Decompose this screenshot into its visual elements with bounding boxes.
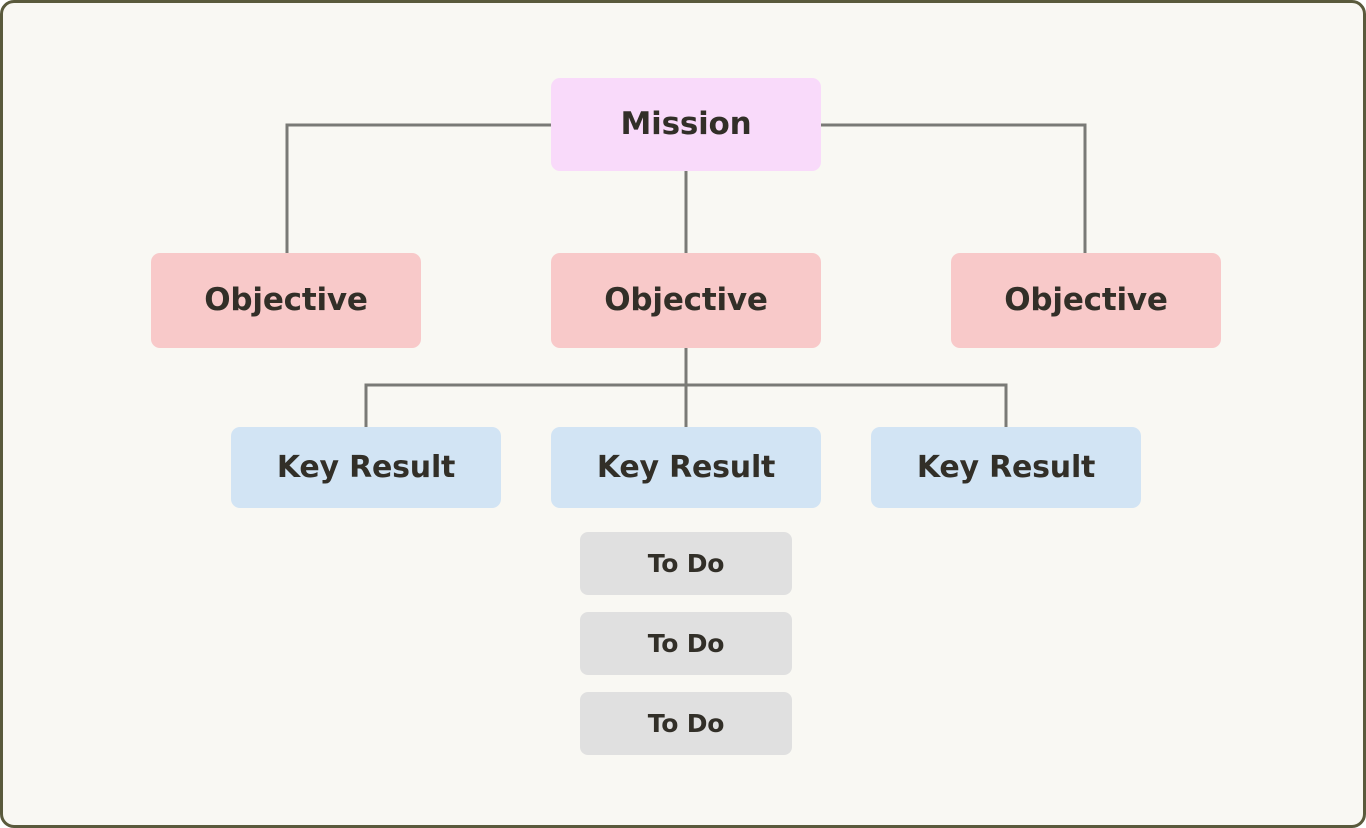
connector-objective-to-keyresult-left [364,348,688,427]
node-label: To Do [647,709,725,738]
node-to-do-2[interactable]: To Do [580,612,792,675]
node-label: Key Result [596,449,776,485]
node-key-result-1[interactable]: Key Result [231,427,501,508]
node-label: Objective [604,282,768,318]
diagram-canvas: Mission Objective Objective Objective Key Re… [0,0,1366,828]
node-label: Key Result [276,449,456,485]
node-label: Key Result [916,449,1096,485]
node-objective-3[interactable]: Objective [951,253,1221,348]
node-label: Mission [620,106,752,142]
node-key-result-3[interactable]: Key Result [871,427,1141,508]
node-mission-1[interactable]: Mission [551,78,821,171]
node-key-result-2[interactable]: Key Result [551,427,821,508]
node-label: To Do [647,629,725,658]
node-objective-1[interactable]: Objective [151,253,421,348]
node-label: To Do [647,549,725,578]
node-to-do-1[interactable]: To Do [580,532,792,595]
connector-objective-to-keyresult-right [684,348,1008,427]
node-to-do-3[interactable]: To Do [580,692,792,755]
node-label: Objective [1004,282,1168,318]
node-label: Objective [204,282,368,318]
node-objective-2[interactable]: Objective [551,253,821,348]
